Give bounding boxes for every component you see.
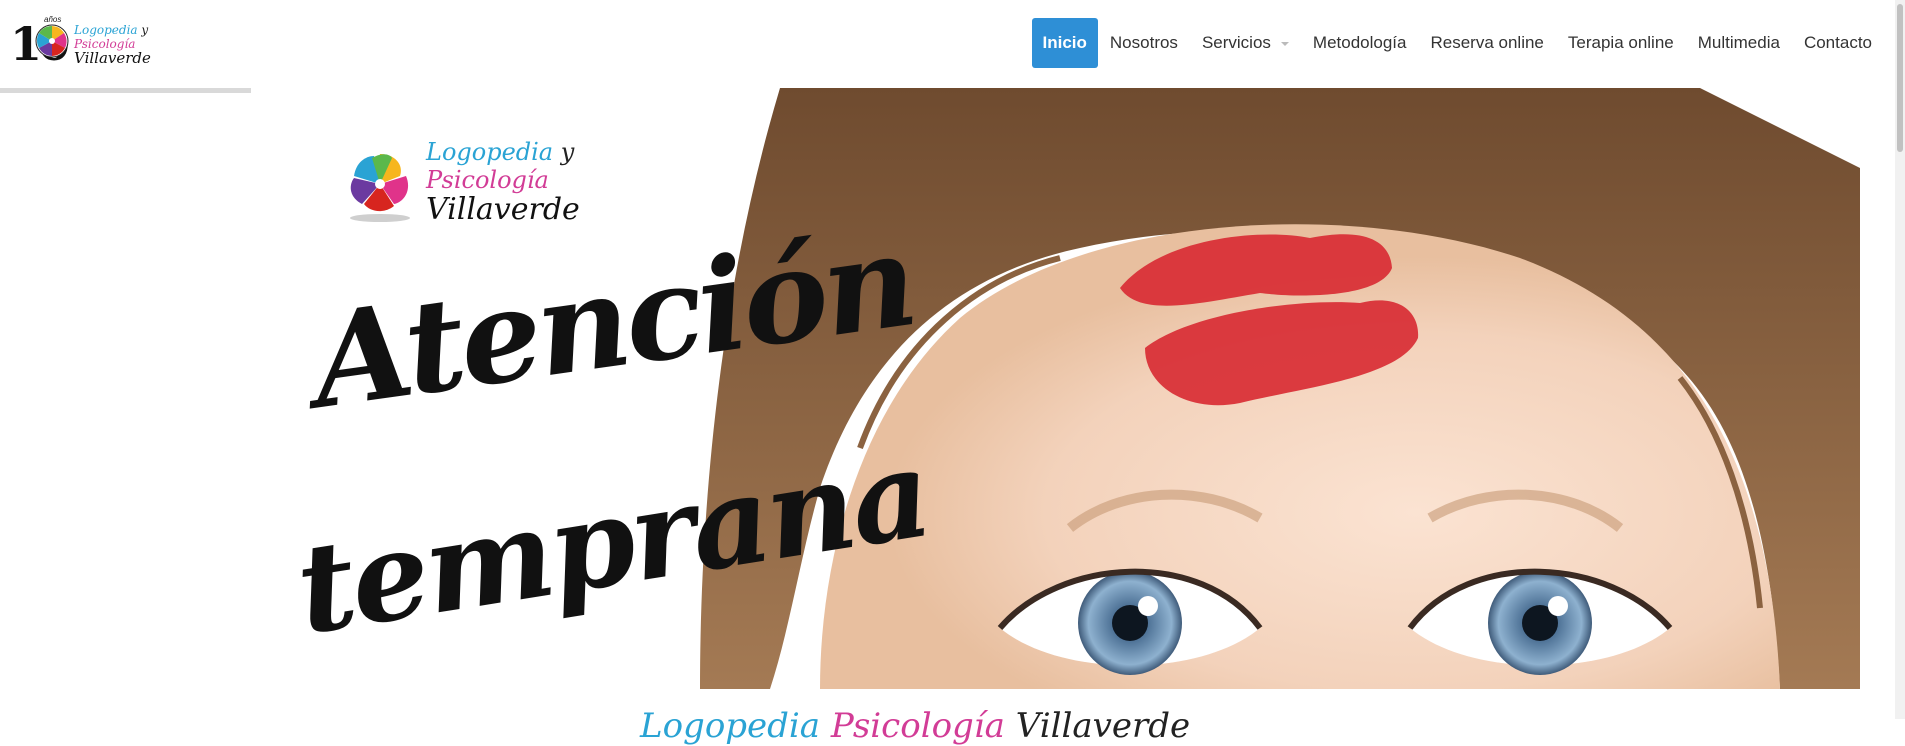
nav-servicios-label: Servicios <box>1201 33 1271 52</box>
heading-logopedia: Logopedia <box>640 706 821 746</box>
pinwheel-icon <box>350 154 410 222</box>
site-logo[interactable]: 10 años Logopedia y Psicología Villaverd… <box>10 13 151 75</box>
hero-logo-line-villaverde: Villaverde <box>426 192 580 227</box>
hero-logo-line-psicologia: Psicología <box>426 166 549 194</box>
nav-multimedia[interactable]: Multimedia <box>1686 18 1792 68</box>
logo-anos-text: años <box>44 15 62 24</box>
page-scrollbar[interactable] <box>1895 0 1905 719</box>
main-nav: Inicio Nosotros Servicios Metodología Re… <box>1031 18 1885 68</box>
logo-line-logopedia: Logopedia y <box>74 23 149 37</box>
pinwheel-icon <box>35 24 69 58</box>
hero-logo-line-logopedia: Logopedia y <box>426 138 575 166</box>
nav-servicios[interactable]: Servicios <box>1190 18 1301 68</box>
hero-banner: Logopedia y Psicología Villaverde Atenci… <box>300 88 1860 689</box>
logo-underline <box>0 88 251 93</box>
nav-contacto[interactable]: Contacto <box>1792 18 1884 68</box>
nav-metodologia[interactable]: Metodología <box>1301 18 1419 68</box>
nav-inicio[interactable]: Inicio <box>1031 18 1098 68</box>
scrollbar-thumb[interactable] <box>1897 4 1903 152</box>
heading-villaverde: Villaverde <box>1015 706 1191 746</box>
section-heading-partial: Logopedia Psicología Villaverde <box>640 706 1190 746</box>
nav-reserva-online[interactable]: Reserva online <box>1418 18 1555 68</box>
nav-terapia-online[interactable]: Terapia online <box>1556 18 1686 68</box>
site-header: 10 años Logopedia y Psicología Villaverd… <box>0 0 1905 93</box>
nav-nosotros[interactable]: Nosotros <box>1098 18 1190 68</box>
logo-line-villaverde: Villaverde <box>74 49 151 67</box>
heading-psicologia: Psicología <box>830 706 1005 746</box>
hero-logo: Logopedia y Psicología Villaverde <box>342 138 580 228</box>
chevron-down-icon <box>1280 41 1289 46</box>
